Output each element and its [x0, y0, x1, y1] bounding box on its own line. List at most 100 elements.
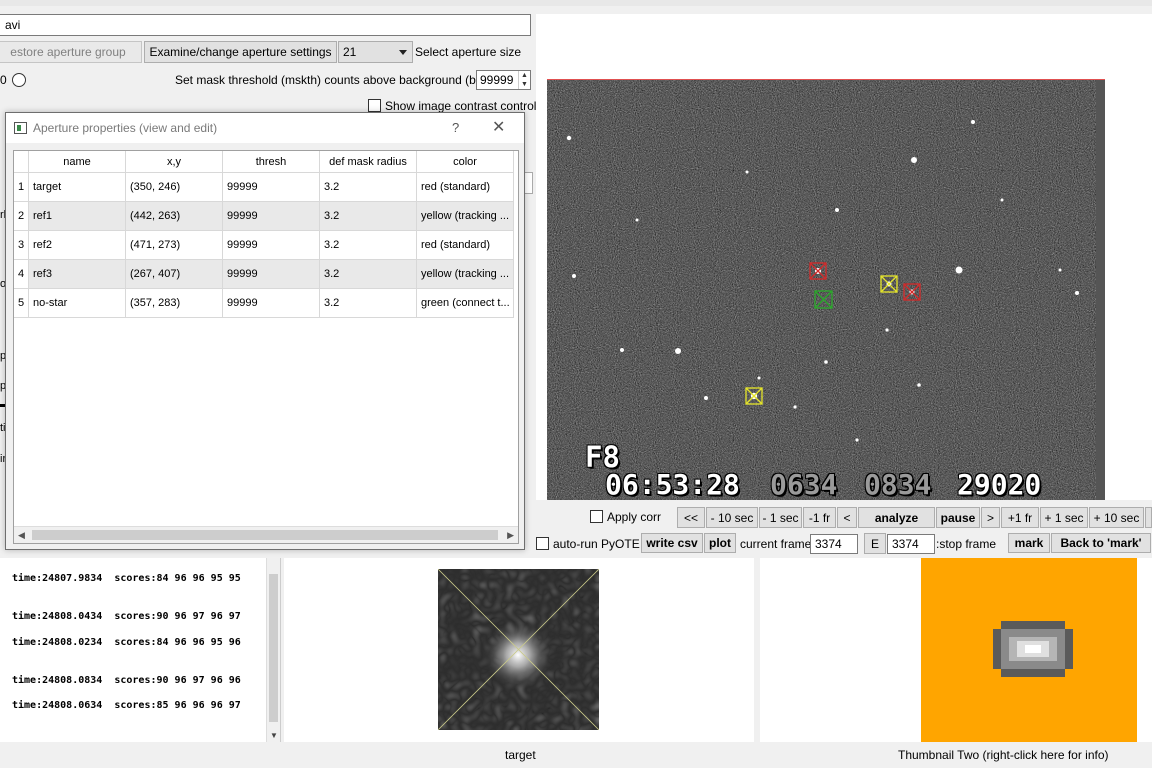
column-header-thresh[interactable]: thresh	[223, 151, 320, 173]
osd-counter-a: 0634	[770, 468, 838, 501]
log-line: time:24808.0634 scores:85 96 96 96 97	[12, 700, 241, 711]
step-forward-button[interactable]: >	[981, 507, 1000, 528]
thumbnail-two-star	[993, 621, 1073, 677]
cell-color[interactable]: red (standard)	[417, 173, 514, 202]
cell-color[interactable]: yellow (tracking ...	[417, 202, 514, 231]
close-icon[interactable]: ✕	[492, 117, 505, 137]
cell-thresh[interactable]: 99999	[223, 173, 320, 202]
cell-color[interactable]: red (standard)	[417, 231, 514, 260]
aperture-properties-dialog[interactable]: Aperture properties (view and edit) ? ✕ …	[5, 112, 525, 550]
cell-name[interactable]: ref3	[29, 260, 126, 289]
video-noise	[547, 80, 1105, 500]
spin-arrows-icon[interactable]: ▲ ▼	[518, 71, 530, 89]
cell-thresh[interactable]: 99999	[223, 231, 320, 260]
window-icon	[14, 122, 27, 134]
cell-radius[interactable]: 3.2	[320, 231, 417, 260]
log-panel[interactable]: time:24807.9834 scores:84 96 96 95 95 ti…	[0, 558, 281, 742]
aperture-size-select[interactable]: 21	[338, 41, 413, 63]
log-scrollbar-thumb[interactable]	[269, 574, 278, 722]
pause-button[interactable]: pause	[936, 507, 980, 528]
minus-10-sec-button[interactable]: - 10 sec	[706, 507, 758, 528]
plot-button[interactable]: plot	[704, 533, 736, 553]
row-number[interactable]: 2	[14, 202, 29, 231]
examine-aperture-settings-button[interactable]: Examine/change aperture settings	[144, 41, 337, 63]
dialog-title: Aperture properties (view and edit)	[33, 121, 218, 135]
auto-run-pyote-checkbox[interactable]	[536, 537, 549, 550]
target-star-glow	[484, 621, 552, 689]
scroll-right-arrow-icon[interactable]: ▶	[507, 530, 514, 541]
cell-name[interactable]: no-star	[29, 289, 126, 318]
cell-xy[interactable]: (267, 407)	[126, 260, 223, 289]
radio-label: 0	[0, 73, 7, 87]
column-header-def-mask-radius[interactable]: def mask radius	[320, 151, 417, 173]
cell-thresh[interactable]: 99999	[223, 260, 320, 289]
log-line: time:24808.0434 scores:90 96 97 96 97	[12, 611, 241, 622]
cell-radius[interactable]: 3.2	[320, 173, 417, 202]
cell-xy[interactable]: (350, 246)	[126, 173, 223, 202]
cell-xy[interactable]: (471, 273)	[126, 231, 223, 260]
row-number[interactable]: 5	[14, 289, 29, 318]
plus-1-frame-button[interactable]: +1 fr	[1001, 507, 1039, 528]
scroll-left-arrow-icon[interactable]: ◀	[18, 530, 25, 541]
cell-thresh[interactable]: 99999	[223, 202, 320, 231]
column-header-color[interactable]: color	[417, 151, 514, 173]
thumbnail-two-label[interactable]: Thumbnail Two (right-click here for info…	[898, 748, 1109, 762]
radio-button[interactable]	[12, 73, 26, 87]
help-icon[interactable]: ?	[452, 120, 459, 135]
row-number[interactable]: 4	[14, 260, 29, 289]
show-contrast-checkbox[interactable]	[368, 99, 381, 112]
cell-name[interactable]: target	[29, 173, 126, 202]
aperture-table[interactable]: name x,y thresh def mask radius color 1 …	[13, 150, 519, 544]
cell-name[interactable]: ref1	[29, 202, 126, 231]
log-line: time:24808.0234 scores:84 96 96 95 96	[12, 637, 241, 648]
current-frame-input[interactable]: 3374	[810, 534, 858, 554]
step-back-button[interactable]: <	[837, 507, 857, 528]
table-scrollbar-thumb[interactable]	[32, 530, 498, 540]
cell-radius[interactable]: 3.2	[320, 289, 417, 318]
restore-aperture-group-button[interactable]: estore aperture group	[0, 41, 142, 63]
cell-color[interactable]: green (connect t...	[417, 289, 514, 318]
overflow-button[interactable]	[1145, 507, 1152, 528]
rewind-button[interactable]: <<	[677, 507, 705, 528]
minus-1-sec-button[interactable]: - 1 sec	[759, 507, 802, 528]
cell-thresh[interactable]: 99999	[223, 289, 320, 318]
osd-counter-b: 0834	[864, 468, 932, 501]
thumbnail-two-image[interactable]	[921, 558, 1137, 742]
cell-radius[interactable]: 3.2	[320, 202, 417, 231]
mask-threshold-spinbox[interactable]: 99999 ▲ ▼	[476, 70, 531, 90]
log-line: time:24808.0834 scores:90 96 97 96 96	[12, 675, 241, 686]
cell-radius[interactable]: 3.2	[320, 260, 417, 289]
column-header-xy[interactable]: x,y	[126, 151, 223, 173]
row-number[interactable]: 1	[14, 173, 29, 202]
target-thumbnail-image[interactable]	[437, 568, 600, 731]
back-to-mark-button[interactable]: Back to 'mark'	[1051, 533, 1151, 553]
e-button[interactable]: E	[864, 533, 886, 554]
apply-corr-checkbox[interactable]	[590, 510, 603, 523]
cell-xy[interactable]: (442, 263)	[126, 202, 223, 231]
cell-xy[interactable]: (357, 283)	[126, 289, 223, 318]
cell-name[interactable]: ref2	[29, 231, 126, 260]
cell-color[interactable]: yellow (tracking ...	[417, 260, 514, 289]
column-header-name[interactable]: name	[29, 151, 126, 173]
file-path-field[interactable]: avi	[0, 14, 531, 36]
video-frame[interactable]: F8 06:53:28 0634 0834 29020	[547, 80, 1105, 501]
analyze-button[interactable]: analyze	[858, 507, 935, 528]
top-strip	[0, 0, 1152, 6]
current-frame-label: current frame:	[740, 537, 815, 551]
plus-1-sec-button[interactable]: + 1 sec	[1040, 507, 1088, 528]
show-contrast-label: Show image contrast control	[385, 99, 537, 113]
mark-button[interactable]: mark	[1008, 533, 1050, 553]
log-line: time:24807.9834 scores:84 96 96 95 95	[12, 573, 241, 584]
plus-10-sec-button[interactable]: + 10 sec	[1089, 507, 1144, 528]
scroll-down-arrow-icon[interactable]: ▼	[270, 731, 278, 740]
write-csv-button[interactable]: write csv	[641, 533, 703, 553]
mask-threshold-value: 99999	[480, 73, 514, 87]
dialog-titlebar[interactable]: Aperture properties (view and edit) ? ✕	[6, 113, 524, 143]
log-scrollbar[interactable]: ▼	[266, 558, 280, 742]
table-horizontal-scrollbar[interactable]: ◀ ▶	[14, 526, 518, 543]
table-corner	[14, 151, 29, 173]
stop-frame-input[interactable]: 3374	[887, 534, 935, 554]
target-thumbnail-label: target	[505, 748, 536, 762]
minus-1-frame-button[interactable]: -1 fr	[803, 507, 836, 528]
row-number[interactable]: 3	[14, 231, 29, 260]
